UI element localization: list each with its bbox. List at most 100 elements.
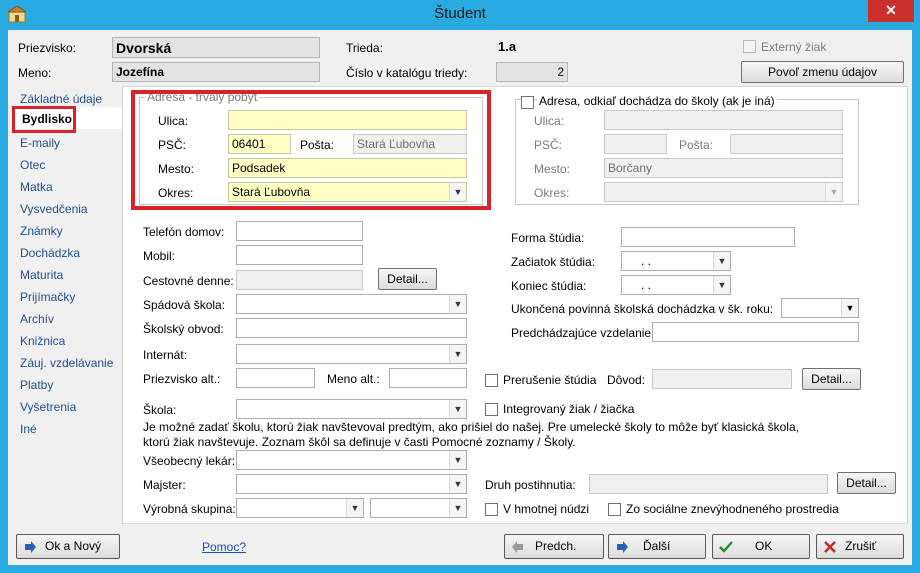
school-district-label: Školský obvod:: [143, 322, 224, 336]
help-link[interactable]: Pomoc?: [202, 540, 246, 554]
next-button[interactable]: Ďalší: [608, 534, 706, 559]
cancel-x-icon: [824, 541, 836, 553]
chevron-down-icon[interactable]: ▼: [713, 276, 730, 294]
allow-change-button[interactable]: Povoľ zmenu údajov: [741, 61, 904, 83]
commute-address-checkbox[interactable]: [521, 96, 534, 109]
ok-and-new-label: Ok a Nový: [45, 539, 102, 553]
disadvantaged-checkbox[interactable]: [608, 503, 621, 516]
sidebar-item-maturita[interactable]: Maturita: [20, 268, 63, 282]
production-group-sub-select[interactable]: ▼: [370, 498, 467, 518]
sidebar-item-zakladne-udaje[interactable]: Základné údaje: [20, 92, 102, 106]
close-icon: ✕: [885, 2, 897, 18]
class-label: Trieda:: [346, 41, 383, 55]
integrated-label: Integrovaný žiak / žiačka: [503, 402, 635, 416]
chevron-down-icon[interactable]: ▼: [449, 475, 466, 493]
previous-education-field[interactable]: [652, 322, 859, 342]
study-start-date[interactable]: . . ▼: [621, 251, 731, 271]
chevron-down-icon[interactable]: ▼: [449, 183, 466, 201]
alt-name-field[interactable]: [389, 368, 467, 388]
checkmark-icon: [719, 541, 733, 553]
interruption-checkbox[interactable]: [485, 374, 498, 387]
sidebar-item-ine[interactable]: Iné: [20, 422, 37, 436]
district-value: Stará Ľubovňa: [232, 185, 311, 199]
commute-district-select[interactable]: ▼: [604, 182, 843, 202]
sidebar-item-otec[interactable]: Otec: [20, 158, 45, 172]
sidebar-item-emaily[interactable]: E-maily: [20, 136, 60, 150]
alt-surname-label: Priezvisko alt.:: [143, 372, 221, 386]
district-select[interactable]: Stará Ľubovňa ▼: [228, 182, 467, 202]
surname-field[interactable]: Dvorská: [112, 37, 320, 58]
sidebar-item-vysvedcenia[interactable]: Vysvedčenia: [20, 202, 88, 216]
catalog-number-field[interactable]: 2: [496, 62, 568, 82]
commute-psc-field[interactable]: [604, 134, 667, 154]
travel-field[interactable]: [236, 270, 363, 290]
alt-name-label: Meno alt.:: [327, 372, 380, 386]
street-field[interactable]: [228, 110, 467, 130]
commute-city-field[interactable]: Borčany: [604, 158, 843, 178]
name-field[interactable]: Jozefína: [112, 62, 320, 82]
sidebar-item-matka[interactable]: Matka: [20, 180, 53, 194]
material-need-label: V hmotnej núdzi: [503, 502, 590, 516]
travel-detail-button[interactable]: Detail...: [378, 268, 437, 290]
ok-and-new-button[interactable]: Ok a Nový: [16, 534, 120, 559]
sidebar-item-vysetrenia[interactable]: Vyšetrenia: [20, 400, 76, 414]
chevron-down-icon[interactable]: ▼: [449, 400, 466, 418]
school-district-field[interactable]: [236, 318, 467, 338]
chevron-down-icon[interactable]: ▼: [449, 499, 466, 517]
cancel-button[interactable]: Zrušiť: [816, 534, 904, 559]
commute-street-field[interactable]: [604, 110, 843, 130]
sidebar-item-bydlisko[interactable]: Bydlisko: [12, 106, 76, 133]
study-end-date[interactable]: . . ▼: [621, 275, 731, 295]
integrated-checkbox[interactable]: [485, 403, 498, 416]
chevron-down-icon[interactable]: ▼: [346, 499, 363, 517]
dormitory-select[interactable]: ▼: [236, 344, 467, 364]
close-button[interactable]: ✕: [868, 0, 914, 22]
title-bar[interactable]: Študent ✕: [0, 0, 920, 30]
compulsory-attendance-select[interactable]: ▼: [781, 298, 859, 318]
chevron-down-icon[interactable]: ▼: [825, 183, 842, 201]
sidebar-item-kniznica[interactable]: Knižnica: [20, 334, 65, 348]
study-form-label: Forma štúdia:: [511, 231, 585, 245]
student-window: Študent ✕ Priezvisko: Dvorská Meno: Joze…: [0, 0, 920, 573]
ok-button[interactable]: OK: [712, 534, 810, 559]
commute-address-title: Adresa, odkiaľ dochádza do školy (ak je …: [537, 94, 777, 108]
previous-button[interactable]: Predch.: [504, 534, 604, 559]
sidebar-item-prijimacky[interactable]: Prijímačky: [20, 290, 75, 304]
sidebar-item-platby[interactable]: Platby: [20, 378, 53, 392]
school-select[interactable]: ▼: [236, 399, 467, 419]
sidebar-item-archiv[interactable]: Archív: [20, 312, 54, 326]
study-end-value: . .: [641, 278, 652, 292]
disability-detail-button[interactable]: Detail...: [837, 472, 896, 494]
next-label: Ďalší: [643, 539, 671, 553]
mobile-field[interactable]: [236, 245, 363, 265]
reason-field[interactable]: [652, 369, 792, 389]
sidebar-item-znamky[interactable]: Známky: [20, 224, 63, 238]
window-client: Priezvisko: Dvorská Meno: Jozefína Tried…: [8, 30, 912, 565]
disability-field[interactable]: [589, 474, 828, 494]
travel-label: Cestovné denne:: [143, 274, 234, 288]
external-student-label: Externý žiak: [761, 40, 827, 54]
interruption-detail-button[interactable]: Detail...: [802, 368, 861, 390]
master-select[interactable]: ▼: [236, 474, 467, 494]
psc-field[interactable]: 06401: [228, 134, 291, 154]
external-student-checkbox[interactable]: [743, 40, 756, 53]
alt-surname-field[interactable]: [236, 368, 315, 388]
commute-post-field[interactable]: [730, 134, 843, 154]
chevron-down-icon[interactable]: ▼: [449, 295, 466, 313]
post-field[interactable]: Stará Ľubovňa: [353, 134, 467, 154]
chevron-down-icon[interactable]: ▼: [449, 345, 466, 363]
chevron-down-icon[interactable]: ▼: [713, 252, 730, 270]
sidebar-item-dochadzka[interactable]: Dochádzka: [20, 246, 80, 260]
material-need-checkbox[interactable]: [485, 503, 498, 516]
chevron-down-icon[interactable]: ▼: [841, 299, 858, 317]
chevron-down-icon[interactable]: ▼: [449, 451, 466, 469]
production-group-select[interactable]: ▼: [236, 498, 364, 518]
window-title: Študent: [434, 5, 486, 22]
sidebar-item-zauj-vzdelavanie[interactable]: Záuj. vzdelávanie: [20, 356, 113, 370]
phone-field[interactable]: [236, 221, 363, 241]
study-form-field[interactable]: [621, 227, 795, 247]
city-field[interactable]: Podsadek: [228, 158, 467, 178]
catchment-school-select[interactable]: ▼: [236, 294, 467, 314]
doctor-select[interactable]: ▼: [236, 450, 467, 470]
surname-label: Priezvisko:: [18, 41, 77, 55]
